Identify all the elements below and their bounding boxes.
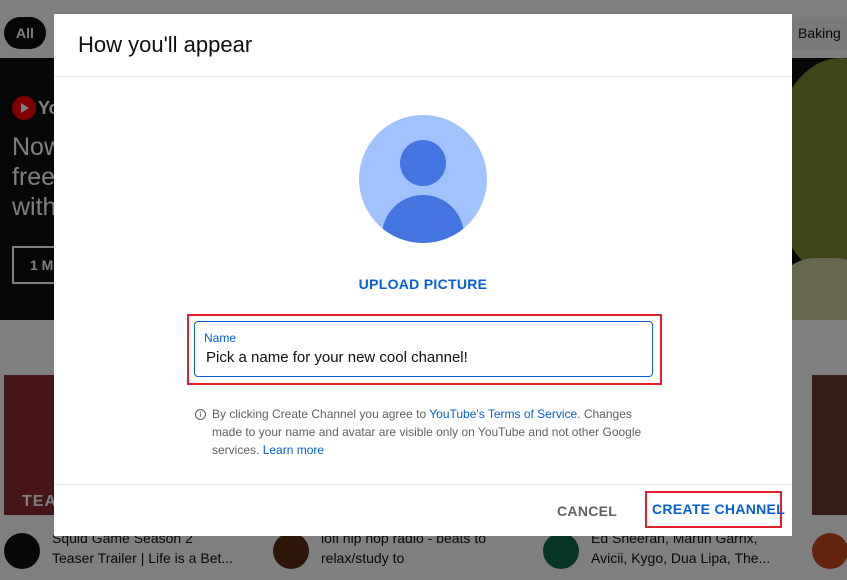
create-channel-highlight: CREATE CHANNEL <box>645 491 785 528</box>
name-field[interactable]: Name <box>194 321 653 377</box>
upload-picture-button[interactable]: UPLOAD PICTURE <box>54 276 792 292</box>
info-circle-icon: i <box>195 409 206 420</box>
default-avatar-icon <box>359 115 487 243</box>
terms-text: By clicking Create Channel you agree to … <box>212 405 642 459</box>
avatar-body <box>382 195 464 243</box>
name-field-label: Name <box>204 331 237 345</box>
name-field-highlight: Name <box>187 314 662 385</box>
cancel-button[interactable]: CANCEL <box>549 499 625 523</box>
create-channel-button[interactable]: CREATE CHANNEL <box>652 501 785 517</box>
divider <box>54 76 792 77</box>
avatar-head <box>400 140 446 186</box>
dialog-title: How you'll appear <box>78 32 253 57</box>
terms-of-service-link[interactable]: YouTube's Terms of Service <box>429 407 577 421</box>
name-input[interactable] <box>206 349 642 366</box>
learn-more-link[interactable]: Learn more <box>263 443 324 457</box>
divider <box>54 484 792 485</box>
create-channel-dialog: How you'll appear UPLOAD PICTURE Name i … <box>54 14 792 536</box>
terms-prefix: By clicking Create Channel you agree to <box>212 407 430 421</box>
